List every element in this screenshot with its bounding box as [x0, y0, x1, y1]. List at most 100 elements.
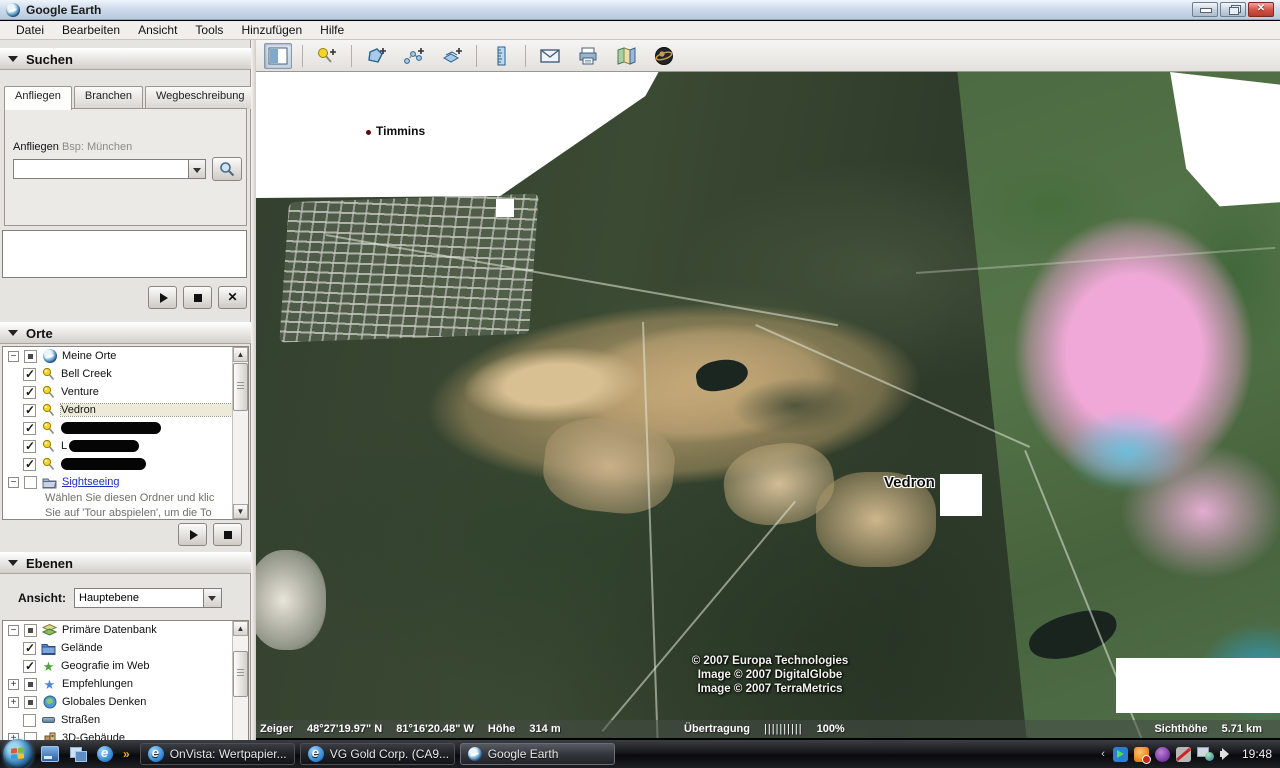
add-path-button[interactable]: [400, 43, 428, 69]
stop-button[interactable]: [213, 523, 242, 546]
checkbox[interactable]: [23, 660, 36, 673]
tree-item-gelaende[interactable]: Gelände: [3, 639, 248, 657]
tree-item-venture[interactable]: Venture: [3, 383, 248, 401]
search-results-area[interactable]: [2, 230, 247, 278]
volume-tray-icon[interactable]: [1220, 747, 1232, 761]
internet-explorer-icon[interactable]: [97, 746, 113, 762]
expander-icon[interactable]: [8, 477, 19, 488]
checkbox[interactable]: [24, 350, 37, 363]
menu-hinzufuegen[interactable]: Hinzufügen: [233, 21, 310, 39]
checkbox[interactable]: [23, 368, 36, 381]
expander-icon[interactable]: [8, 351, 19, 362]
menu-tools[interactable]: Tools: [187, 21, 231, 39]
tab-anfliegen[interactable]: Anfliegen: [4, 86, 72, 110]
email-button[interactable]: [536, 43, 564, 69]
expander-icon[interactable]: [8, 697, 19, 708]
tree-item-geografie-im-web[interactable]: ★ Geografie im Web: [3, 657, 248, 675]
places-scrollbar[interactable]: ▲ ▼: [232, 347, 248, 519]
quick-launch-overflow-chevron[interactable]: »: [123, 747, 130, 761]
menu-ansicht[interactable]: Ansicht: [130, 21, 185, 39]
scroll-down-arrow[interactable]: ▼: [233, 504, 248, 519]
tree-item-redacted-1[interactable]: [3, 419, 248, 437]
tree-item-redacted-2[interactable]: L: [3, 437, 248, 455]
show-desktop-icon[interactable]: [41, 746, 59, 762]
expander-icon[interactable]: [8, 625, 19, 636]
pushpin-icon: [41, 457, 56, 472]
search-button[interactable]: [212, 157, 242, 181]
play-tour-button[interactable]: [148, 286, 177, 309]
start-button[interactable]: [3, 739, 33, 768]
checkbox[interactable]: [23, 714, 36, 727]
scroll-up-arrow[interactable]: ▲: [233, 621, 248, 636]
add-placemark-button[interactable]: [313, 43, 341, 69]
play-tour-button[interactable]: [178, 523, 207, 546]
close-button[interactable]: [1248, 2, 1274, 17]
taskbar-button-vg-gold[interactable]: VG Gold Corp. (CA9...: [300, 743, 455, 765]
tree-item-sightseeing[interactable]: Sightseeing: [3, 473, 248, 491]
sidebar-toggle-button[interactable]: [264, 43, 292, 69]
tree-item-redacted-3[interactable]: [3, 455, 248, 473]
messenger-tray-icon[interactable]: [1155, 747, 1170, 762]
clock[interactable]: 19:48: [1242, 747, 1272, 761]
search-history-dropdown-button[interactable]: [188, 159, 206, 179]
checkbox[interactable]: [24, 696, 37, 709]
menu-bearbeiten[interactable]: Bearbeiten: [54, 21, 128, 39]
checkbox[interactable]: [23, 642, 36, 655]
placemark-label-vedron[interactable]: Vedron: [884, 474, 935, 491]
checkbox[interactable]: [23, 440, 36, 453]
antivirus-tray-icon[interactable]: [1134, 747, 1149, 762]
sky-button[interactable]: [650, 43, 678, 69]
taskbar-button-google-earth[interactable]: Google Earth: [460, 743, 615, 765]
tree-item-empfehlungen[interactable]: ★ Empfehlungen: [3, 675, 248, 693]
minimize-button[interactable]: [1192, 2, 1218, 17]
checkbox[interactable]: [24, 678, 37, 691]
search-panel-header[interactable]: Suchen: [0, 48, 251, 70]
tab-branchen[interactable]: Branchen: [74, 86, 143, 109]
tray-collapse-chevron[interactable]: ‹: [1101, 748, 1105, 760]
add-image-overlay-button[interactable]: [438, 43, 466, 69]
expander-icon[interactable]: [8, 679, 19, 690]
tree-item-meine-orte[interactable]: Meine Orte: [3, 347, 248, 365]
restore-button[interactable]: [1220, 2, 1246, 17]
layers-panel-header[interactable]: Ebenen: [0, 552, 251, 574]
scroll-thumb[interactable]: [233, 363, 248, 411]
checkbox[interactable]: [23, 404, 36, 417]
checkbox[interactable]: [23, 422, 36, 435]
checkbox[interactable]: [23, 386, 36, 399]
media-player-tray-icon[interactable]: [1113, 747, 1128, 762]
search-tab-body: Anfliegen Bsp: München: [4, 108, 247, 226]
tree-item-label[interactable]: Sightseeing: [62, 476, 120, 488]
tree-item-globales-denken[interactable]: Globales Denken: [3, 693, 248, 711]
pointer-latitude: 48°27'19.97" N: [307, 723, 382, 735]
menu-hilfe[interactable]: Hilfe: [312, 21, 352, 39]
checkbox[interactable]: [24, 476, 37, 489]
tree-item-strassen[interactable]: Straßen: [3, 711, 248, 729]
disabled-device-tray-icon[interactable]: [1176, 747, 1191, 762]
network-tray-icon[interactable]: [1197, 747, 1214, 761]
menu-datei[interactable]: Datei: [8, 21, 52, 39]
places-panel-header[interactable]: Orte: [0, 322, 251, 344]
city-label-timmins[interactable]: Timmins: [376, 124, 425, 138]
search-input[interactable]: [13, 159, 188, 179]
google-earth-app-icon: [6, 3, 20, 17]
map-viewport[interactable]: Timmins Vedron © 2007 Europa Technologie…: [256, 72, 1280, 738]
window-switcher-icon[interactable]: [69, 746, 87, 762]
taskbar-button-onvista[interactable]: OnVista: Wertpapier...: [140, 743, 295, 765]
print-button[interactable]: [574, 43, 602, 69]
clear-results-button[interactable]: [218, 286, 247, 309]
chevron-down-icon[interactable]: [203, 589, 221, 607]
ruler-button[interactable]: [487, 43, 515, 69]
scroll-thumb[interactable]: [233, 651, 248, 697]
toolbar-separator: [476, 45, 477, 67]
tree-item-bell-creek[interactable]: Bell Creek: [3, 365, 248, 383]
checkbox[interactable]: [24, 624, 37, 637]
tree-item-vedron[interactable]: Vedron: [3, 401, 248, 419]
tree-item-primaere-datenbank[interactable]: Primäre Datenbank: [3, 621, 248, 639]
view-select[interactable]: Hauptebene: [74, 588, 222, 608]
tab-wegbeschreibung[interactable]: Wegbeschreibung: [145, 86, 255, 109]
scroll-up-arrow[interactable]: ▲: [233, 347, 248, 362]
add-polygon-button[interactable]: [362, 43, 390, 69]
stop-button[interactable]: [183, 286, 212, 309]
checkbox[interactable]: [23, 458, 36, 471]
view-in-google-maps-button[interactable]: [612, 43, 640, 69]
